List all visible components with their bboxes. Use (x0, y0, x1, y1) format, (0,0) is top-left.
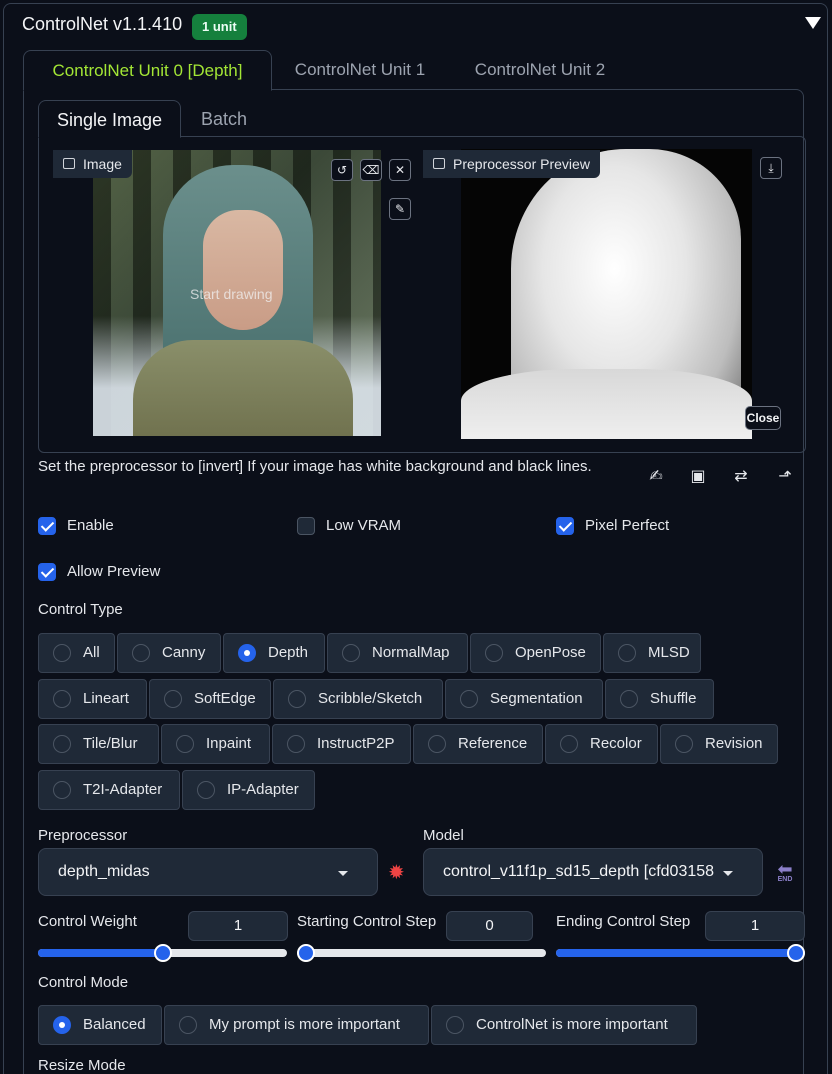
control-type-reference[interactable]: Reference (413, 724, 543, 764)
tab-single-image[interactable]: Single Image (38, 100, 181, 138)
undo-icon[interactable]: ↺ (331, 159, 353, 181)
resize-mode-label: Resize Mode (38, 1057, 126, 1074)
tab-batch[interactable]: Batch (188, 100, 260, 138)
control-type-normalmap[interactable]: NormalMap (327, 633, 468, 673)
control-type-mlsd[interactable]: MLSD (603, 633, 701, 673)
tab-unit-2[interactable]: ControlNet Unit 2 (457, 50, 623, 91)
checkbox[interactable] (556, 517, 574, 535)
control-weight-label: Control Weight (38, 913, 137, 930)
run-preprocessor-icon[interactable]: ✹ (388, 862, 405, 884)
preprocessor-hint: Set the preprocessor to [invert] If your… (38, 458, 592, 475)
image-icon (63, 158, 75, 169)
start-drawing-hint: Start drawing (190, 286, 273, 302)
swap-icon[interactable]: ⇄ (730, 466, 752, 488)
control-type-softedge[interactable]: SoftEdge (149, 679, 271, 719)
ending-step-slider[interactable] (556, 944, 805, 962)
control-type-tile-blur[interactable]: Tile/Blur (38, 724, 159, 764)
control-weight-input[interactable]: 1 (188, 911, 288, 941)
checkbox[interactable] (38, 517, 56, 535)
model-label: Model (423, 827, 464, 844)
camera-icon[interactable]: ▣ (687, 466, 709, 488)
control-mode-prompt[interactable]: My prompt is more important (164, 1005, 429, 1045)
control-type-shuffle[interactable]: Shuffle (605, 679, 714, 719)
close-icon[interactable]: ✕ (389, 159, 411, 181)
control-type-recolor[interactable]: Recolor (545, 724, 658, 764)
control-mode-label: Control Mode (38, 974, 129, 991)
control-type-ip-adapter[interactable]: IP-Adapter (182, 770, 315, 810)
control-type-t2i-adapter[interactable]: T2I-Adapter (38, 770, 180, 810)
control-type-segmentation[interactable]: Segmentation (445, 679, 603, 719)
panel-title[interactable]: ControlNet v1.1.410 (22, 14, 182, 35)
control-type-openpose[interactable]: OpenPose (470, 633, 601, 673)
brush-icon[interactable]: ✎ (389, 198, 411, 220)
unit-count-badge: 1 unit (192, 14, 247, 40)
download-icon[interactable]: ⤓ (760, 157, 782, 179)
checkbox[interactable] (297, 517, 315, 535)
preprocessor-dropdown[interactable]: depth_midas (38, 848, 378, 896)
send-dimensions-icon[interactable]: ⬏ (774, 466, 796, 488)
control-mode-balanced[interactable]: Balanced (38, 1005, 162, 1045)
control-type-canny[interactable]: Canny (117, 633, 221, 673)
preprocessor-preview-image (461, 149, 752, 439)
control-mode-controlnet[interactable]: ControlNet is more important (431, 1005, 697, 1045)
control-type-label: Control Type (38, 601, 123, 618)
control-type-depth[interactable]: Depth (223, 633, 325, 673)
image-icon (433, 158, 445, 169)
preview-label: Preprocessor Preview (423, 150, 600, 178)
collapse-triangle-icon[interactable] (804, 16, 822, 30)
starting-step-label: Starting Control Step (297, 913, 437, 930)
close-preview-button[interactable]: Close (745, 406, 781, 430)
image-label: Image (53, 150, 132, 178)
chevron-down-icon (338, 871, 348, 876)
control-weight-slider[interactable] (38, 944, 287, 962)
model-dropdown[interactable]: control_v11f1p_sd15_depth [cfd03158 (423, 848, 763, 896)
tab-unit-0[interactable]: ControlNet Unit 0 [Depth] (23, 50, 272, 91)
refresh-models-icon[interactable]: ⬅ END (773, 860, 797, 884)
edit-icon[interactable]: ✍ (645, 466, 667, 488)
control-type-revision[interactable]: Revision (660, 724, 778, 764)
control-type-inpaint[interactable]: Inpaint (161, 724, 270, 764)
control-type-scribble[interactable]: Scribble/Sketch (273, 679, 443, 719)
starting-step-slider[interactable] (297, 944, 546, 962)
tab-unit-1[interactable]: ControlNet Unit 1 (277, 50, 443, 91)
ending-step-label: Ending Control Step (556, 913, 691, 930)
starting-step-input[interactable]: 0 (446, 911, 533, 941)
control-type-all[interactable]: All (38, 633, 115, 673)
unit-tabs: ControlNet Unit 0 [Depth] ControlNet Uni… (23, 50, 804, 91)
eraser-icon[interactable]: ⌫ (360, 159, 382, 181)
chevron-down-icon (723, 871, 733, 876)
control-type-instructp2p[interactable]: InstructP2P (272, 724, 411, 764)
ending-step-input[interactable]: 1 (705, 911, 805, 941)
preprocessor-label: Preprocessor (38, 827, 128, 844)
control-type-lineart[interactable]: Lineart (38, 679, 147, 719)
checkbox[interactable] (38, 563, 56, 581)
